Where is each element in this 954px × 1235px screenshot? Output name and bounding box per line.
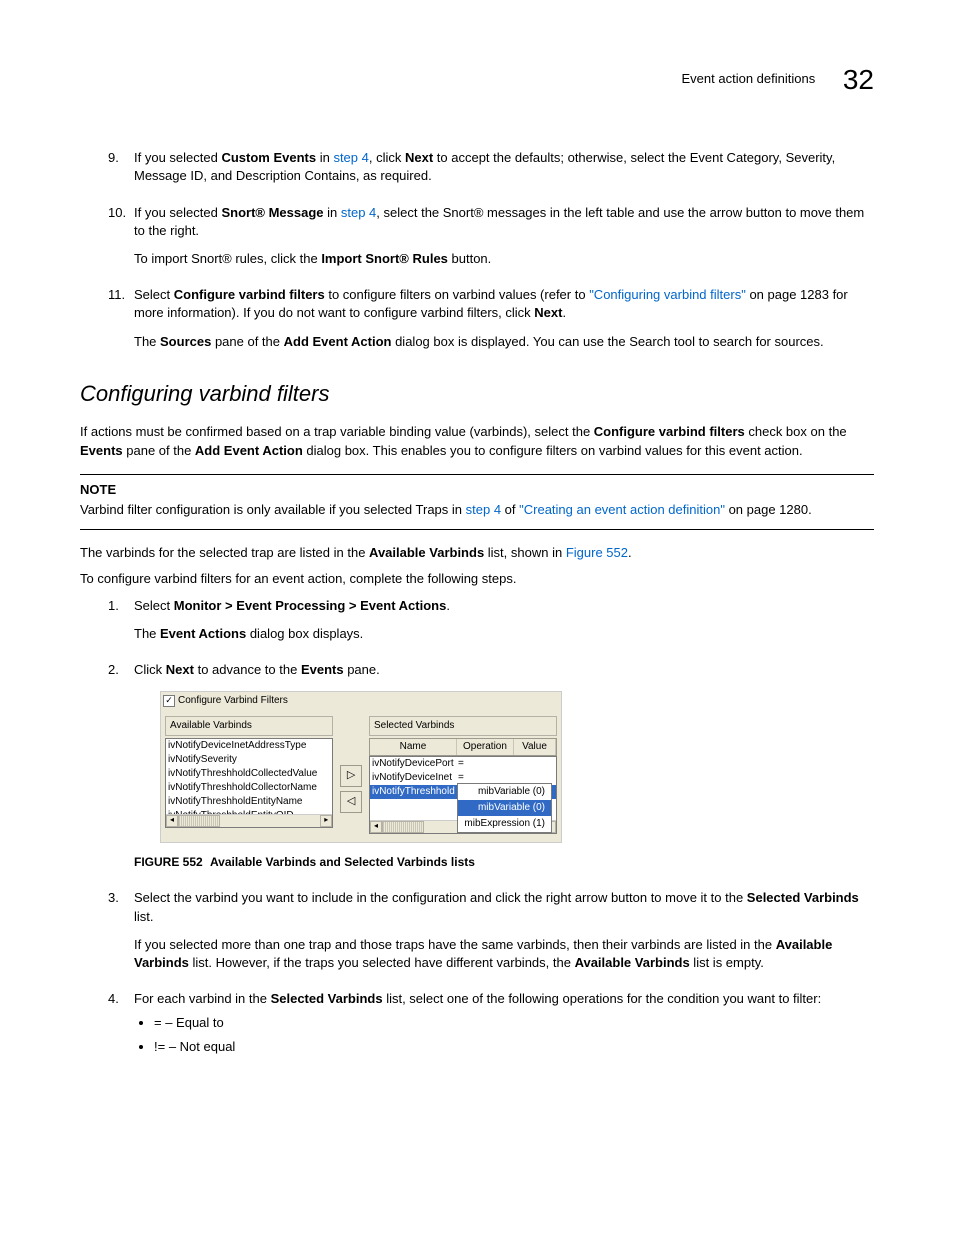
list-item: = – Equal to xyxy=(154,1014,874,1032)
list-item[interactable]: ivNotifyDeviceInetAddressType xyxy=(166,739,332,753)
available-varbinds-list[interactable]: ivNotifyDeviceInetAddressTypeivNotifySev… xyxy=(165,738,333,828)
paragraph-steps: To configure varbind filters for an even… xyxy=(80,570,874,588)
header-title: Event action definitions xyxy=(682,71,816,86)
step-10: 10. If you selected Snort® Message in st… xyxy=(108,204,874,269)
list-item: != – Not equal xyxy=(154,1038,874,1056)
step-list-b: 1. Select Monitor > Event Processing > E… xyxy=(108,597,874,872)
scroll-thumb[interactable] xyxy=(178,815,220,827)
paragraph-available-varbinds: The varbinds for the selected trap are l… xyxy=(80,544,874,562)
step-4: 4. For each varbind in the Selected Varb… xyxy=(108,990,874,1057)
list-item[interactable]: ivNotifyThreshholdCollectedValue xyxy=(166,767,332,781)
horizontal-scrollbar[interactable]: ◂ ▸ xyxy=(166,814,332,827)
figure-552-ui: ✓Configure Varbind Filters Available Var… xyxy=(160,691,562,843)
operation-bullets: = – Equal to != – Not equal xyxy=(154,1014,874,1056)
dropdown-option[interactable]: mibVariable (0) xyxy=(458,784,551,800)
list-item[interactable]: ivNotifyThreshholdEntityName xyxy=(166,795,332,809)
note-label: NOTE xyxy=(80,481,874,499)
header-page-number: 32 xyxy=(843,64,874,95)
figure-caption: FIGURE 552 Available Varbinds and Select… xyxy=(134,853,874,871)
list-item[interactable]: ivNotifyThreshholdCollectorName xyxy=(166,781,332,795)
configure-varbind-checkbox[interactable]: ✓Configure Varbind Filters xyxy=(161,692,561,710)
note-block: NOTE Varbind filter configuration is onl… xyxy=(80,474,874,530)
step-2: 2. Click Next to advance to the Events p… xyxy=(108,661,874,871)
scroll-thumb[interactable] xyxy=(382,821,424,833)
link-step4[interactable]: step 4 xyxy=(333,150,368,165)
page-header: Event action definitions 32 xyxy=(80,60,874,99)
dropdown-option[interactable]: mibVariable (0) xyxy=(458,800,551,816)
move-right-button[interactable]: ▷ xyxy=(340,765,362,787)
step-9: 9. If you selected Custom Events in step… xyxy=(108,149,874,185)
step-list-c: 3. Select the varbind you want to includ… xyxy=(108,889,874,1056)
section-heading: Configuring varbind filters xyxy=(80,379,874,410)
selected-table-header: Name Operation Value xyxy=(369,738,557,756)
value-dropdown-menu[interactable]: mibVariable (0)mibVariable (0)mibExpress… xyxy=(457,783,552,833)
selected-varbinds-label: Selected Varbinds xyxy=(369,716,557,736)
scroll-left-icon[interactable]: ◂ xyxy=(166,815,178,827)
intro-paragraph: If actions must be confirmed based on a … xyxy=(80,423,874,459)
available-varbinds-label: Available Varbinds xyxy=(165,716,333,736)
scroll-left-icon[interactable]: ◂ xyxy=(370,821,382,833)
scroll-right-icon[interactable]: ▸ xyxy=(320,815,332,827)
selected-varbinds-table[interactable]: ivNotifyDevicePort=ivNotifyDeviceInet=iv… xyxy=(369,756,557,834)
checkbox-icon: ✓ xyxy=(163,695,175,707)
move-left-button[interactable]: ◁ xyxy=(340,791,362,813)
link-step4[interactable]: step 4 xyxy=(341,205,376,220)
list-item[interactable]: ivNotifySeverity xyxy=(166,753,332,767)
step-11: 11. Select Configure varbind filters to … xyxy=(108,286,874,351)
table-row[interactable]: ivNotifyDevicePort= xyxy=(370,757,556,771)
step-list-a: 9. If you selected Custom Events in step… xyxy=(108,149,874,351)
link-step4[interactable]: step 4 xyxy=(466,502,501,517)
dropdown-option[interactable]: mibExpression (1) xyxy=(458,816,551,832)
link-creating-event-action[interactable]: "Creating an event action definition" xyxy=(519,502,725,517)
link-figure-552[interactable]: Figure 552 xyxy=(566,545,628,560)
step-3: 3. Select the varbind you want to includ… xyxy=(108,889,874,972)
link-configuring-varbind-filters[interactable]: "Configuring varbind filters" xyxy=(589,287,746,302)
step-1: 1. Select Monitor > Event Processing > E… xyxy=(108,597,874,643)
